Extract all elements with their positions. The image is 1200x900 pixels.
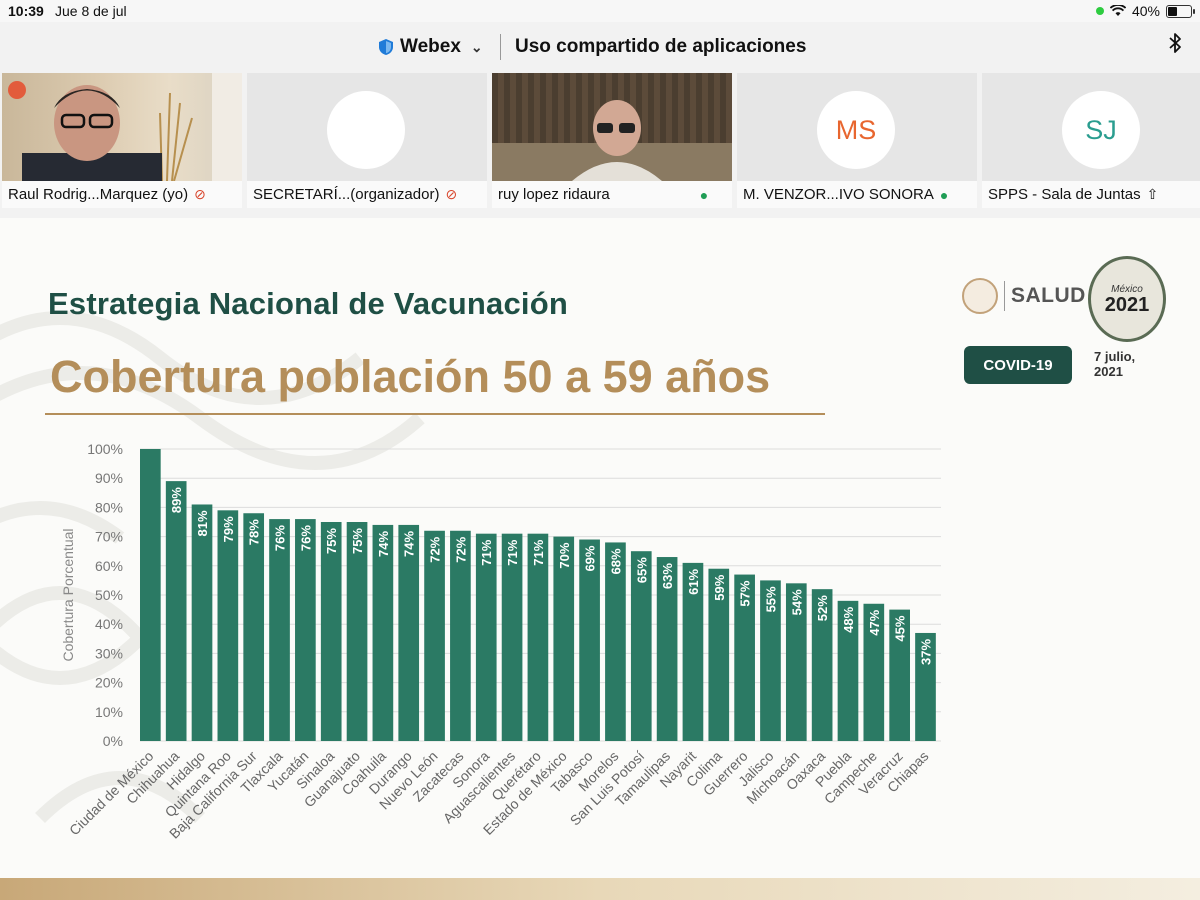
- participant-tile[interactable]: SJ SPPS - Sala de Juntas ⇧: [982, 73, 1200, 208]
- data-label: 61%: [686, 568, 701, 594]
- data-label: 71%: [505, 539, 520, 565]
- status-bar: 10:39 Jue 8 de jul 40%: [0, 0, 1200, 22]
- slide-bottom-band: [0, 878, 1200, 900]
- data-label: 45%: [893, 615, 908, 641]
- bluetooth-icon[interactable]: [1168, 32, 1182, 60]
- y-tick-label: 40%: [95, 616, 123, 632]
- data-label: 75%: [324, 528, 339, 554]
- avatar-initials: SJ: [1085, 114, 1117, 145]
- y-tick-label: 80%: [95, 499, 123, 515]
- participant-video: [492, 73, 732, 181]
- y-tick-label: 10%: [95, 704, 123, 720]
- y-tick-label: 90%: [95, 470, 123, 486]
- participant-tile[interactable]: Raul Rodrig...Marquez (yo) ⊘: [2, 73, 242, 208]
- status-time: 10:39: [8, 3, 44, 19]
- participant-namebar: SPPS - Sala de Juntas ⇧: [982, 181, 1200, 208]
- y-tick-label: 100%: [87, 441, 123, 457]
- participant-tile[interactable]: MS M. VENZOR...IVO SONORA ●: [737, 73, 977, 208]
- participant-tile[interactable]: SECRETARÍ...(organizador) ⊘: [247, 73, 487, 208]
- y-tick-label: 0%: [103, 733, 123, 749]
- coverage-bar-chart: 0% 10% 20% 30% 40% 50% 60% 70% 80% 90% 100% Cobertu…: [60, 441, 941, 842]
- data-label: 76%: [273, 525, 288, 551]
- data-label: 71%: [479, 539, 494, 565]
- mic-active-icon: ●: [699, 186, 709, 203]
- data-label: 47%: [867, 609, 882, 635]
- bar: [295, 519, 316, 741]
- status-date: Jue 8 de jul: [55, 3, 127, 19]
- data-label: 48%: [841, 606, 856, 632]
- data-label: 68%: [608, 548, 623, 574]
- bar: [165, 481, 187, 741]
- data-label: 54%: [789, 589, 804, 615]
- mic-muted-icon: ⊘: [445, 186, 458, 202]
- share-title: Uso compartido de aplicaciones: [515, 36, 807, 57]
- data-label: 71%: [531, 539, 546, 565]
- data-label: 59%: [712, 574, 727, 600]
- chevron-down-icon: ⌄: [470, 38, 483, 55]
- avatar: SJ: [1062, 91, 1140, 169]
- data-label: 72%: [453, 536, 468, 562]
- battery-icon: [1166, 4, 1195, 18]
- participant-name: Raul Rodrig...Marquez (yo): [8, 186, 189, 203]
- data-label: 37%: [918, 639, 933, 665]
- status-right: 40%: [1095, 3, 1195, 19]
- webex-shield-icon: [379, 39, 393, 55]
- participant-namebar: SECRETARÍ...(organizador) ⊘: [247, 181, 487, 208]
- data-label: 57%: [738, 580, 753, 606]
- app-switcher[interactable]: Webex ⌄: [378, 36, 483, 58]
- data-label: 52%: [815, 595, 830, 621]
- data-label: 74%: [376, 530, 391, 556]
- participant-namebar: M. VENZOR...IVO SONORA ●: [737, 181, 977, 208]
- y-tick-label: 70%: [95, 529, 123, 545]
- muted-badge-icon: [8, 81, 26, 99]
- participant-namebar: Raul Rodrig...Marquez (yo) ⊘: [2, 181, 242, 208]
- data-label: 75%: [350, 528, 365, 554]
- bar: [191, 504, 213, 741]
- data-label: 69%: [583, 545, 598, 571]
- battery-percent: 40%: [1131, 3, 1160, 19]
- data-label: 81%: [195, 510, 210, 536]
- avatar: MS: [817, 91, 895, 169]
- avatar: [327, 91, 405, 169]
- participant-tile[interactable]: ruy lopez ridaura ●: [492, 73, 732, 208]
- mic-active-icon: ●: [939, 186, 949, 203]
- bar: [217, 510, 239, 741]
- participant-name: M. VENZOR...IVO SONORA: [743, 186, 934, 203]
- mic-muted-icon: ⊘: [194, 186, 206, 202]
- participant-name: ruy lopez ridaura: [498, 186, 610, 203]
- avatar-initials: MS: [835, 114, 877, 145]
- shared-slide: Estrategia Nacional de Vacunación Cobert…: [0, 218, 1200, 900]
- data-label: 74%: [402, 530, 417, 556]
- participant-name: SECRETARÍ...(organizador): [253, 186, 440, 203]
- wifi-icon: [1109, 5, 1126, 16]
- y-axis-label: Cobertura Porcentual: [60, 528, 76, 661]
- bar: [243, 513, 265, 741]
- bar: [140, 449, 161, 741]
- participant-name: SPPS - Sala de Juntas: [988, 186, 1141, 203]
- data-label: 79%: [221, 516, 236, 542]
- participants-strip: Raul Rodrig...Marquez (yo) ⊘ SECRETARÍ..…: [0, 73, 1200, 208]
- participant-namebar: ruy lopez ridaura ●: [492, 181, 732, 208]
- share-icon: ⇧: [1146, 186, 1159, 202]
- data-label: 65%: [634, 557, 649, 583]
- app-name: Webex: [400, 36, 461, 57]
- y-tick-label: 20%: [95, 675, 123, 691]
- camera-active-indicator-icon: [1095, 7, 1104, 15]
- data-label: 78%: [247, 519, 262, 545]
- header-divider: [500, 34, 501, 60]
- y-tick-label: 50%: [95, 587, 123, 603]
- data-label: 70%: [557, 542, 572, 568]
- data-label: 55%: [763, 586, 778, 612]
- data-label: 63%: [660, 563, 675, 589]
- participant-video: [2, 73, 242, 182]
- bar: [269, 519, 290, 741]
- meeting-header: Webex ⌄ Uso compartido de aplicaciones: [0, 22, 1200, 70]
- y-tick-label: 30%: [95, 645, 123, 661]
- data-label: 76%: [298, 525, 313, 551]
- y-tick-label: 60%: [95, 558, 123, 574]
- data-label: 89%: [169, 487, 184, 513]
- data-label: 72%: [428, 536, 443, 562]
